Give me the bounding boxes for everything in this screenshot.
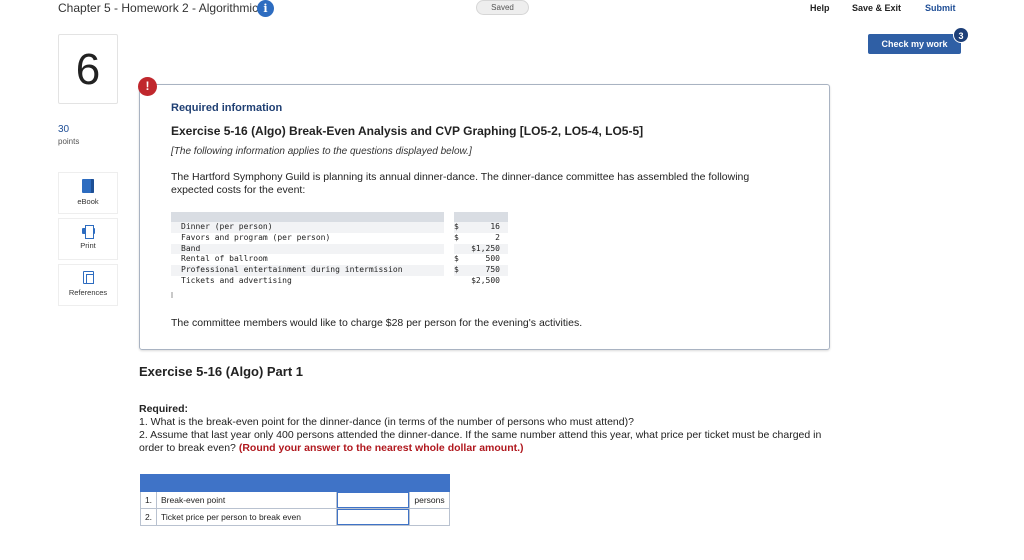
charge-statement: The committee members would like to char… (171, 317, 583, 329)
table-row: Tickets and advertising $2,500 (171, 275, 508, 287)
cost-amount: $2,500 (471, 275, 500, 285)
check-my-work-button[interactable]: Check my work (868, 34, 961, 54)
references-label: References (68, 288, 108, 297)
save-exit-link[interactable]: Save & Exit (852, 3, 901, 13)
cost-amount: $1,250 (468, 243, 508, 255)
book-icon (82, 179, 94, 193)
part-title: Exercise 5-16 (Algo) Part 1 (139, 364, 304, 379)
ticket-price-input[interactable] (337, 509, 409, 525)
required-label: Required: (139, 403, 189, 415)
row-unit (409, 508, 450, 526)
applies-note: [The following information applies to th… (171, 146, 472, 157)
intro-paragraph: The Hartford Symphony Guild is planning … (171, 171, 750, 196)
ebook-label: eBook (77, 197, 99, 206)
answer-table: 1. Break-even point persons 2. Ticket pr… (140, 474, 450, 526)
print-button[interactable]: Print (58, 218, 118, 260)
saved-status-badge: Saved (476, 0, 529, 15)
table-row: 2. Ticket price per person to break even (140, 508, 450, 526)
break-even-point-input[interactable] (337, 492, 409, 508)
table-row: 1. Break-even point persons (140, 491, 450, 509)
check-attempts-badge: 3 (953, 27, 969, 43)
references-button[interactable]: References (58, 264, 118, 306)
cost-amount: 500 (485, 254, 500, 264)
table-divider (171, 292, 173, 298)
table-row: Band $1,250 (171, 243, 508, 255)
expected-costs-table: Dinner (per person) $ 16 Favors and prog… (171, 212, 508, 287)
row-number: 2. (140, 508, 157, 526)
cost-item: Dinner (per person) (171, 222, 444, 233)
top-bar: Chapter 5 - Homework 2 - Algorithmic i S… (0, 0, 1024, 20)
document-icon (82, 271, 94, 284)
points-value: 30 (58, 124, 70, 135)
row-label: Break-even point (156, 491, 337, 509)
cost-amount: 2 (495, 232, 500, 242)
exercise-title: Exercise 5-16 (Algo) Break-Even Analysis… (171, 124, 644, 138)
cost-item: Professional entertainment during interm… (171, 265, 444, 276)
table-row: Favors and program (per person) $ 2 (171, 232, 508, 244)
table-header-row (171, 212, 508, 222)
cost-amount: 16 (468, 222, 508, 233)
cost-currency: $ (454, 232, 459, 242)
question-1-text: 1. What is the break-even point for the … (139, 416, 634, 428)
alert-icon: ! (138, 77, 157, 96)
cost-item: Favors and program (per person) (181, 232, 331, 242)
row-unit: persons (409, 491, 450, 509)
submit-link[interactable]: Submit (925, 3, 956, 13)
points-label: points (58, 137, 80, 146)
question-2-block: 2. Assume that last year only 400 person… (139, 429, 829, 455)
print-label: Print (80, 241, 96, 250)
answer-header-row (140, 474, 450, 492)
table-row: Dinner (per person) $ 16 (171, 222, 508, 233)
cost-item: Band (171, 243, 444, 255)
cost-currency (454, 276, 468, 287)
help-link[interactable]: Help (810, 3, 830, 13)
printer-icon (81, 225, 95, 239)
row-number: 1. (140, 491, 157, 509)
rounding-instruction: (Round your answer to the nearest whole … (238, 442, 524, 454)
cost-currency: $ (454, 222, 468, 233)
cost-currency: $ (454, 265, 468, 276)
cost-currency: $ (454, 254, 459, 264)
question-number: 6 (58, 34, 118, 104)
table-row: Rental of ballroom $ 500 (171, 254, 508, 266)
assignment-title: Chapter 5 - Homework 2 - Algorithmic (58, 1, 259, 15)
required-information-heading: Required information (171, 102, 283, 114)
cost-item: Tickets and advertising (181, 275, 292, 285)
row-label: Ticket price per person to break even (156, 508, 337, 526)
cost-amount: 750 (468, 265, 508, 276)
cost-item: Rental of ballroom (181, 254, 268, 264)
ebook-button[interactable]: eBook (58, 172, 118, 214)
table-row: Professional entertainment during interm… (171, 265, 508, 276)
cost-currency (454, 243, 468, 255)
info-icon[interactable]: i (257, 0, 274, 17)
